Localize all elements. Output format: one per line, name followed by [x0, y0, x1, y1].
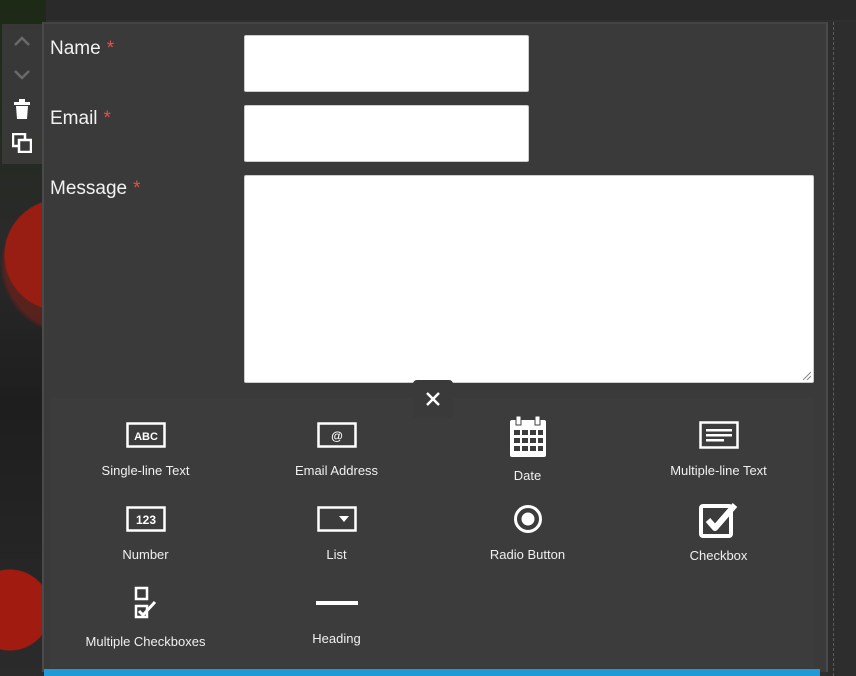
- palette-label: Date: [513, 468, 542, 483]
- palette-label: Multiple Checkboxes: [85, 634, 206, 649]
- dropdown-list-icon: [316, 505, 357, 532]
- svg-text:123: 123: [135, 513, 155, 527]
- email-label-text: Email: [50, 108, 98, 129]
- palette-checkbox[interactable]: Checkbox: [623, 482, 814, 563]
- palette-heading[interactable]: Heading: [241, 566, 432, 646]
- close-palette-button[interactable]: [413, 380, 453, 418]
- checkbox-icon: [698, 503, 737, 538]
- textarea-icon: [698, 420, 739, 449]
- required-mark: *: [133, 178, 141, 199]
- palette-label: Number: [122, 547, 169, 562]
- palette-label: List: [326, 547, 347, 562]
- top-strip: [46, 0, 856, 20]
- email-input[interactable]: [244, 105, 529, 162]
- required-mark: *: [106, 38, 115, 59]
- palette-email-address[interactable]: @ Email Address: [241, 398, 432, 478]
- right-gutter: [826, 22, 856, 676]
- required-mark: *: [103, 108, 111, 129]
- palette-multiple-checkboxes[interactable]: Multiple Checkboxes: [50, 566, 241, 649]
- number-field-123-icon: 123: [125, 505, 166, 532]
- palette-label: Email Address: [294, 463, 379, 478]
- move-up-button[interactable]: [2, 24, 42, 58]
- palette-label: Single-line Text: [101, 463, 190, 478]
- message-label-text: Message: [50, 178, 128, 199]
- message-textarea[interactable]: [244, 175, 814, 383]
- svg-text:ABC: ABC: [134, 431, 158, 443]
- email-field-at-icon: @: [316, 421, 357, 448]
- block-toolbar: [2, 24, 42, 164]
- palette-multiple-line-text[interactable]: Multiple-line Text: [623, 398, 814, 478]
- trash-icon: [14, 99, 30, 119]
- palette-label: Radio Button: [489, 547, 566, 562]
- palette-number[interactable]: 123 Number: [50, 482, 241, 562]
- delete-button[interactable]: [2, 92, 42, 126]
- multiple-checkboxes-icon: [134, 586, 156, 619]
- palette-label: Checkbox: [689, 548, 748, 563]
- palette-label: Heading: [312, 631, 361, 646]
- move-down-button[interactable]: [2, 58, 42, 92]
- text-field-abc-icon: ABC: [125, 421, 166, 448]
- field-type-palette: ABC Single-line Text @ Email Address Dat…: [50, 398, 814, 668]
- palette-radio-button[interactable]: Radio Button: [432, 482, 623, 562]
- name-input[interactable]: [244, 35, 529, 92]
- palette-list[interactable]: List: [241, 482, 432, 562]
- palette-label: Multiple-line Text: [670, 463, 767, 478]
- resize-grip-icon[interactable]: [801, 370, 811, 380]
- heading-line-icon: [315, 600, 358, 605]
- close-icon: [426, 392, 440, 406]
- chevron-down-icon: [14, 70, 30, 80]
- palette-single-line-text[interactable]: ABC Single-line Text: [50, 398, 241, 478]
- calendar-icon: [509, 416, 546, 457]
- duplicate-icon: [12, 133, 32, 153]
- active-block-indicator: [44, 669, 820, 676]
- chevron-up-icon: [14, 36, 30, 46]
- message-label: Message *: [50, 178, 141, 200]
- svg-text:@: @: [331, 429, 343, 443]
- radio-button-icon: [513, 504, 542, 533]
- email-label: Email *: [50, 108, 111, 130]
- name-label-text: Name: [50, 38, 101, 59]
- duplicate-button[interactable]: [2, 126, 42, 160]
- name-label: Name *: [50, 38, 114, 60]
- guide-line: [833, 22, 834, 676]
- palette-date[interactable]: Date: [432, 398, 623, 483]
